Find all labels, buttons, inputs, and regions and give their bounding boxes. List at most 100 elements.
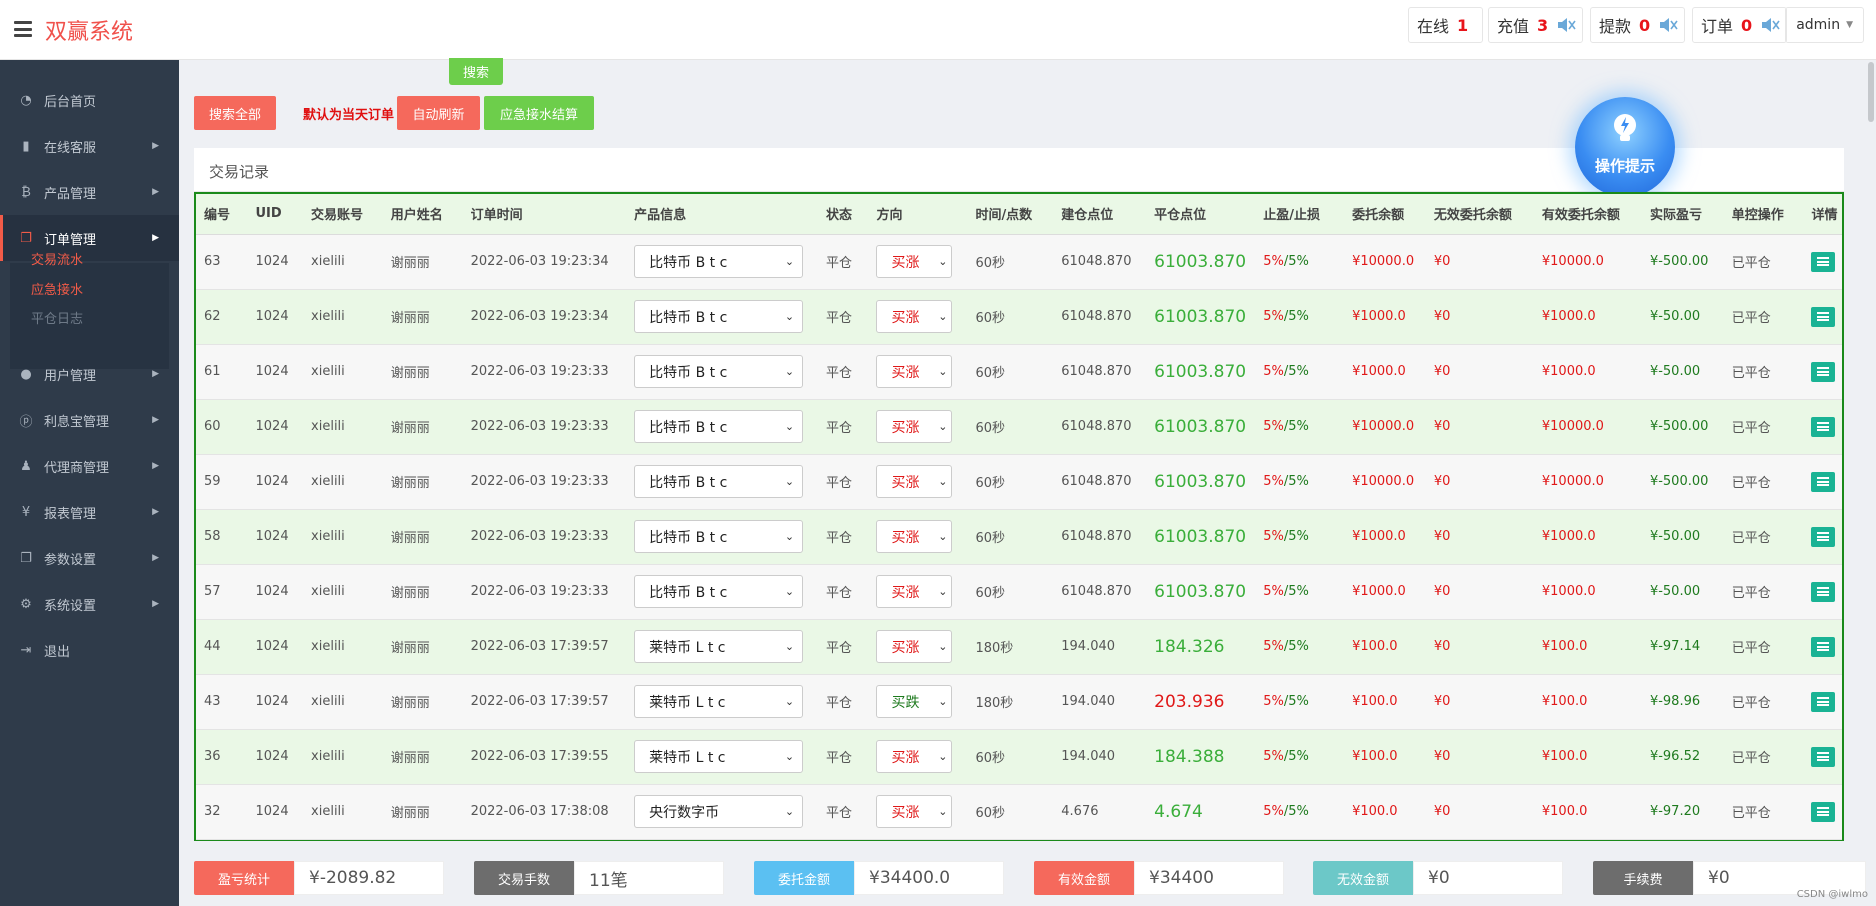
speaker-mute-icon[interactable] — [1760, 16, 1780, 34]
product-select[interactable]: 莱特币 L t c ⌄ — [634, 685, 804, 718]
direction-select[interactable]: 买涨 ⌄ — [876, 410, 953, 443]
detail-list-icon[interactable] — [1811, 691, 1836, 712]
col-header: 详情 — [1803, 194, 1842, 235]
sidebar-item-interest[interactable]: ⓟ 利息宝管理 ▶ — [0, 397, 179, 443]
recharge-counter[interactable]: 充值 3 — [1488, 7, 1584, 43]
submenu-trade-flow[interactable]: 交易流水 — [31, 249, 83, 268]
detail-list-icon[interactable] — [1811, 251, 1836, 272]
product-value: 比特币 B t c — [649, 254, 728, 271]
cell-id: 57 — [196, 564, 248, 620]
product-select[interactable]: 比特币 B t c ⌄ — [634, 575, 804, 608]
detail-list-icon[interactable] — [1811, 361, 1836, 382]
cell-control: 已平仓 — [1723, 674, 1804, 730]
cell-product: 莱特币 L t c ⌄ — [626, 619, 818, 675]
submenu-close-log[interactable]: 平仓日志 — [31, 308, 83, 327]
cell-time: 2022-06-03 19:23:33 — [462, 564, 627, 620]
orders-counter[interactable]: 订单 0 — [1692, 7, 1788, 43]
cell-valid-amount: ¥1000.0 — [1533, 509, 1642, 565]
direction-select[interactable]: 买涨 ⌄ — [876, 355, 953, 388]
search-all-button[interactable]: 搜索全部 — [194, 96, 276, 130]
sidebar-item-products[interactable]: ₿ 产品管理 ▶ — [0, 169, 179, 215]
product-select[interactable]: 比特币 B t c ⌄ — [634, 465, 804, 498]
auto-refresh-button[interactable]: 自动刷新 — [397, 96, 480, 130]
detail-list-icon[interactable] — [1811, 416, 1836, 437]
sidebar-item-support[interactable]: ▮ 在线客服 ▶ — [0, 123, 179, 169]
chevron-right-icon: ▶ — [152, 141, 159, 151]
direction-select[interactable]: 买涨 ⌄ — [876, 300, 953, 333]
cell-direction: 买涨 ⌄ — [868, 344, 968, 400]
sidebar-item-reports[interactable]: ¥ 报表管理 ▶ — [0, 489, 179, 535]
user-menu[interactable]: admin ▼ — [1785, 7, 1864, 43]
cell-valid-amount: ¥100.0 — [1533, 729, 1642, 785]
cell-close-price: 203.936 — [1146, 674, 1256, 730]
chevron-right-icon: ▶ — [152, 553, 159, 563]
cell-id: 60 — [196, 399, 248, 455]
product-select[interactable]: 莱特币 L t c ⌄ — [634, 630, 804, 663]
direction-select[interactable]: 买涨 ⌄ — [876, 465, 953, 498]
table-row: 32 1024 xielili 谢丽丽 2022-06-03 17:38:08 央行数字币… — [196, 784, 1842, 840]
speaker-mute-icon[interactable] — [1556, 16, 1576, 34]
product-select[interactable]: 比特币 B t c ⌄ — [634, 300, 804, 333]
sidebar-item-label: 退出 — [44, 644, 71, 660]
cell-time: 2022-06-03 19:23:33 — [462, 399, 627, 455]
sidebar-item-users[interactable]: ● 用户管理 ▶ — [0, 351, 179, 397]
sidebar-item-home[interactable]: ◔ 后台首页 — [0, 77, 179, 123]
cell-tp-sl: 5%/5% — [1255, 674, 1345, 730]
search-button[interactable]: 搜索 — [449, 58, 503, 85]
sidebar-item-system[interactable]: ⚙ 系统设置 ▶ — [0, 581, 179, 627]
product-select[interactable]: 比特币 B t c ⌄ — [634, 520, 804, 553]
sidebar-item-agents[interactable]: ♟ 代理商管理 ▶ — [0, 443, 179, 489]
detail-list-icon[interactable] — [1811, 746, 1836, 767]
cell-pnl: ¥-96.52 — [1641, 729, 1724, 785]
online-counter[interactable]: 在线 1 — [1408, 7, 1484, 43]
direction-select[interactable]: 买涨 ⌄ — [876, 795, 953, 828]
cell-status: 平仓 — [818, 674, 869, 730]
sidebar-item-params[interactable]: ❐ 参数设置 ▶ — [0, 535, 179, 581]
direction-select[interactable]: 买涨 ⌄ — [876, 575, 953, 608]
scrollbar-thumb[interactable] — [1868, 62, 1874, 122]
product-select[interactable]: 比特币 B t c ⌄ — [634, 245, 804, 278]
cell-control: 已平仓 — [1723, 289, 1804, 345]
cell-control: 已平仓 — [1723, 234, 1804, 290]
direction-select[interactable]: 买涨 ⌄ — [876, 245, 953, 278]
detail-list-icon[interactable] — [1811, 581, 1836, 602]
detail-list-icon[interactable] — [1811, 636, 1836, 657]
vertical-scrollbar[interactable] — [1866, 60, 1876, 906]
menu-toggle-icon[interactable] — [14, 21, 32, 37]
product-select[interactable]: 比特币 B t c ⌄ — [634, 355, 804, 388]
cell-name: 谢丽丽 — [382, 399, 463, 455]
cell-amount: ¥1000.0 — [1344, 344, 1426, 400]
emergency-settle-button[interactable]: 应急接水结算 — [484, 96, 594, 130]
cell-amount: ¥1000.0 — [1344, 509, 1426, 565]
detail-list-icon[interactable] — [1811, 306, 1836, 327]
sidebar-item-orders[interactable]: ❐ 订单管理 ▶ — [0, 215, 179, 261]
product-select[interactable]: 比特币 B t c ⌄ — [634, 410, 804, 443]
cell-name: 谢丽丽 — [382, 729, 463, 785]
detail-list-icon[interactable] — [1811, 801, 1836, 822]
sidebar-item-logout[interactable]: ⇥ 退出 — [0, 627, 179, 673]
sidebar-item-label: 在线客服 — [44, 140, 97, 156]
operation-tip-button[interactable]: 操作提示 — [1575, 97, 1675, 197]
submenu-emergency[interactable]: 应急接水 — [31, 279, 83, 298]
direction-select[interactable]: 买涨 ⌄ — [876, 520, 953, 553]
product-value: 比特币 B t c — [649, 529, 728, 546]
cell-amount: ¥1000.0 — [1344, 564, 1426, 620]
detail-list-icon[interactable] — [1811, 526, 1836, 547]
direction-select[interactable]: 买涨 ⌄ — [876, 740, 953, 773]
chevron-right-icon: ▶ — [152, 415, 159, 425]
cell-tp-sl: 5%/5% — [1255, 784, 1345, 840]
product-select[interactable]: 莱特币 L t c ⌄ — [634, 740, 804, 773]
sidebar: ◔ 后台首页 ▮ 在线客服 ▶ ₿ 产品管理 ▶ ❐ 订单管理 ▶ 交易流水 应… — [0, 60, 179, 906]
cell-tp-sl: 5%/5% — [1255, 454, 1345, 510]
detail-list-icon[interactable] — [1811, 471, 1836, 492]
speaker-mute-icon[interactable] — [1658, 16, 1678, 34]
product-select[interactable]: 央行数字币 ⌄ — [634, 795, 804, 828]
direction-select[interactable]: 买跌 ⌄ — [876, 685, 953, 718]
withdraw-counter[interactable]: 提款 0 — [1590, 7, 1686, 43]
chevron-down-icon: ⌄ — [938, 640, 948, 653]
cell-close-price: 61003.870 — [1146, 399, 1256, 455]
direction-select[interactable]: 买涨 ⌄ — [876, 630, 953, 663]
cell-detail — [1803, 564, 1842, 620]
chevron-down-icon: ⌄ — [938, 805, 948, 818]
cell-time: 2022-06-03 17:38:08 — [462, 784, 627, 840]
